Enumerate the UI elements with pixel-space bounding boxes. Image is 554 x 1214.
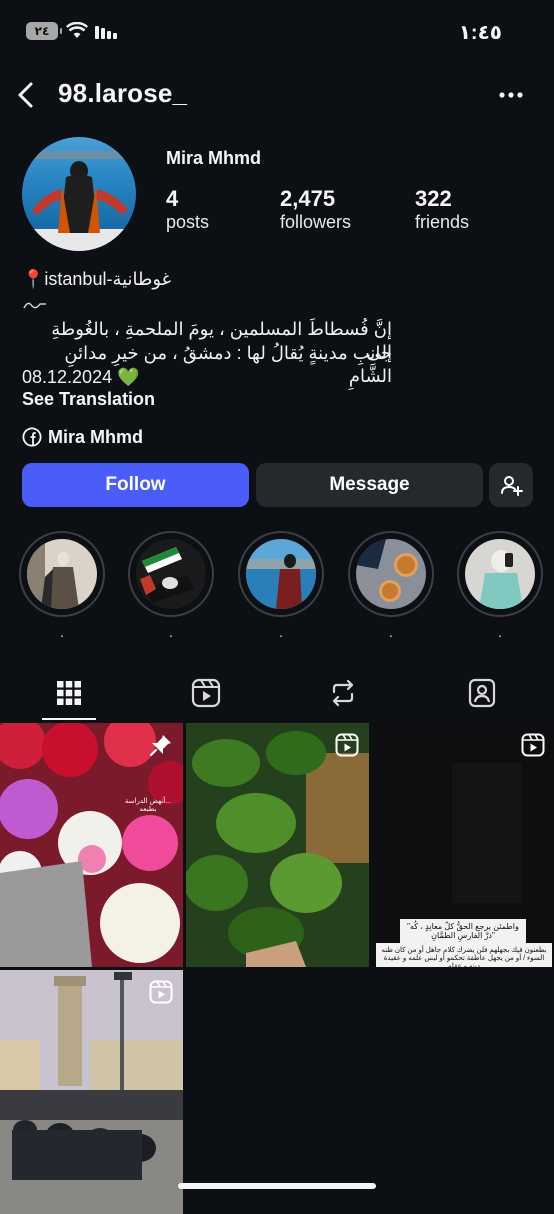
friends-count[interactable]: 322 [415,186,452,212]
tab-grid[interactable] [42,666,96,720]
follow-button[interactable]: Follow [22,463,249,507]
tagged-icon [468,678,496,708]
post-image-flowers [0,723,183,967]
post-caption-1: "واطمئن يرجع الحقُّ كلّ معانِدٍ ، كُه در… [400,919,526,943]
highlight-label: . [169,624,173,640]
status-bar: ٢٤ ١:٤٥ [0,0,554,64]
chevron-left-icon[interactable] [12,78,42,112]
followers-label[interactable]: followers [280,212,351,233]
posts-label: posts [166,212,210,232]
story-highlight[interactable] [19,531,105,617]
profile-full-name: Mira Mhmd [166,148,262,168]
active-tab-indicator [42,718,96,720]
battery-icon: ٢٤ [26,22,62,40]
story-highlight[interactable] [457,531,543,617]
post-image-city [0,970,183,1214]
highlight-label: . [389,624,393,640]
bio-date: 08.12.2024 💚 [22,367,140,387]
posts-count: 4 [166,186,179,211]
facebook-link[interactable]: Mira Mhmd [22,424,143,450]
message-button[interactable]: Message [256,463,483,507]
highlight-label: . [60,624,64,640]
reels-icon [191,678,221,708]
post-image-plant [186,723,369,967]
post-overlay-text: ...أنهض الدراسة بطبعه [124,798,172,813]
bio-location: 📍istanbul-غوطانية [22,269,172,289]
highlight-cover [465,539,535,609]
reel-icon [149,980,173,1004]
post-caption-2: بطعنون فيك بجهلهم فلن يضرك كلام جاهل أو … [376,943,552,967]
highlight-label: . [279,624,283,640]
post-thumbnail[interactable] [186,723,369,967]
bio-ornament-icon [23,302,46,309]
facebook-icon [22,427,42,447]
see-translation-link[interactable]: See Translation [22,389,155,410]
add-user-button[interactable] [489,463,533,507]
signal-icon [95,26,117,39]
story-highlight[interactable] [348,531,434,617]
more-horizontal-icon[interactable] [498,82,524,108]
status-time: ١:٤٥ [458,22,502,44]
highlight-cover [27,539,97,609]
reposts-icon [332,679,354,707]
profile-username: 98.larose_ [58,78,188,108]
pin-icon [149,735,171,757]
post-thumbnail[interactable]: ...أنهض الدراسة بطبعه [0,723,183,967]
post-thumbnail[interactable]: "واطمئن يرجع الحقُّ كلّ معانِدٍ ، كُه در… [372,723,554,967]
add-person-icon [501,476,523,496]
wifi-icon [66,22,88,38]
story-highlight[interactable] [238,531,324,617]
home-indicator[interactable] [178,1183,376,1189]
highlight-cover [136,539,206,609]
tab-tagged[interactable] [455,666,509,720]
reel-icon [521,733,545,757]
reel-icon [335,733,359,757]
tab-reposts[interactable] [316,666,370,720]
post-thumbnail[interactable] [0,970,183,1214]
highlight-cover [246,539,316,609]
highlight-cover [356,539,426,609]
friends-label[interactable]: friends [415,212,469,233]
grid-icon [57,681,81,705]
profile-avatar[interactable] [22,137,136,251]
followers-count[interactable]: 2,475 [280,186,335,212]
highlight-label: . [498,624,502,640]
story-highlight[interactable] [128,531,214,617]
tab-reels[interactable] [179,666,233,720]
facebook-name: Mira Mhmd [48,426,144,447]
